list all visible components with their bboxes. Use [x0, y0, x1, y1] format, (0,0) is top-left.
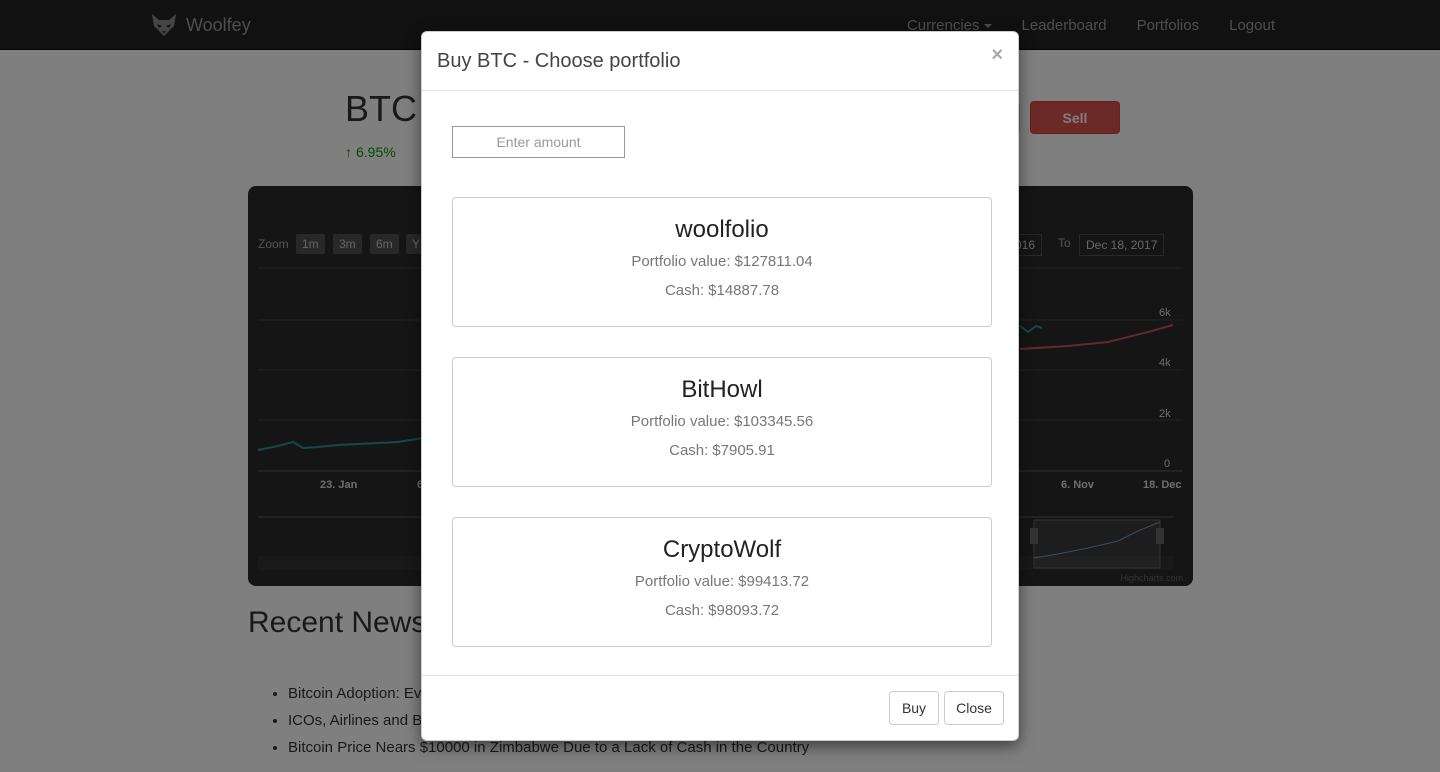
modal-header: Buy BTC - Choose portfolio ×: [422, 32, 1018, 91]
portfolio-name: BitHowl: [681, 376, 763, 403]
close-icon[interactable]: ×: [991, 44, 1003, 67]
portfolio-cash: Cash: $7905.91: [453, 442, 991, 459]
portfolio-cash: Cash: $14887.78: [453, 282, 991, 299]
portfolio-name: woolfolio: [675, 216, 769, 243]
portfolio-card-bithowl[interactable]: BitHowl Portfolio value: $103345.56 Cash…: [452, 357, 992, 487]
portfolio-value: Portfolio value: $103345.56: [453, 413, 991, 430]
amount-input[interactable]: [452, 126, 625, 158]
portfolio-value: Portfolio value: $99413.72: [453, 573, 991, 590]
modal-title: Buy BTC - Choose portfolio: [437, 50, 681, 72]
portfolio-value-label: Portfolio value:: [634, 573, 735, 590]
portfolio-cash-label: Cash:: [669, 442, 709, 459]
portfolio-value-amount: $103345.56: [733, 413, 814, 430]
buy-modal: Buy BTC - Choose portfolio × woolfolio P…: [421, 31, 1019, 741]
portfolio-cash-label: Cash:: [664, 282, 705, 299]
portfolio-card-cryptowolf[interactable]: CryptoWolf Portfolio value: $99413.72 Ca…: [452, 517, 992, 647]
portfolio-cash-label: Cash:: [664, 602, 705, 619]
portfolio-value-amount: $127811.04: [734, 253, 813, 270]
portfolio-cash-amount: $98093.72: [708, 602, 780, 619]
portfolio-cash: Cash: $98093.72: [453, 602, 991, 619]
close-button[interactable]: Close: [944, 691, 1004, 725]
portfolio-card-woolfolio[interactable]: woolfolio Portfolio value: $127811.04 Ca…: [452, 197, 992, 327]
portfolio-cash-amount: $14887.78: [708, 282, 780, 299]
modal-footer: Buy Close: [422, 675, 1018, 740]
portfolio-value-label: Portfolio value:: [630, 413, 730, 430]
portfolio-value-label: Portfolio value:: [631, 253, 731, 270]
portfolio-value: Portfolio value: $127811.04: [453, 253, 991, 270]
portfolio-value-amount: $99413.72: [738, 573, 810, 590]
buy-confirm-button[interactable]: Buy: [889, 691, 939, 725]
portfolio-name: CryptoWolf: [662, 536, 782, 563]
portfolio-cash-amount: $7905.91: [712, 442, 775, 459]
